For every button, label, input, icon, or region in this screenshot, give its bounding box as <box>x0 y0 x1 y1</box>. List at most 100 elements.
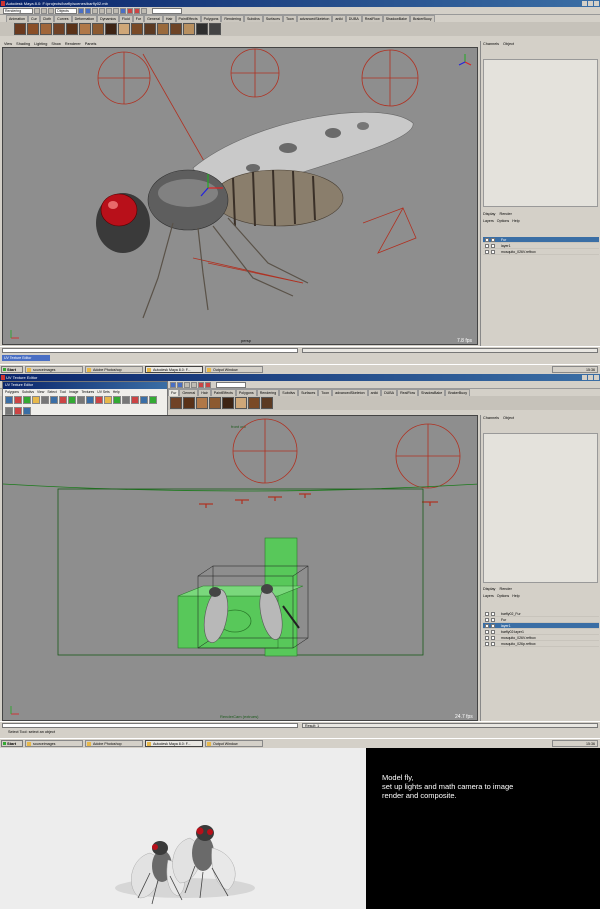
shelf-tab-toon[interactable]: Toon <box>283 15 297 22</box>
shelf-tab-polygons[interactable]: Polygons <box>200 15 222 22</box>
layer-visibility-toggle[interactable] <box>485 642 489 646</box>
layer-visibility-toggle[interactable] <box>485 636 489 640</box>
fur-preset-swatch[interactable] <box>248 397 260 409</box>
shelf-tab-cloth[interactable]: Cloth <box>39 15 55 22</box>
layer-visibility-toggle[interactable] <box>485 618 489 622</box>
layer-menu-help[interactable]: Help <box>512 594 519 598</box>
uv-tool-icon[interactable] <box>122 396 130 404</box>
fur-preset-swatch[interactable] <box>105 23 117 35</box>
uv-tool-icon[interactable] <box>95 396 103 404</box>
layer-menu-options[interactable]: Options <box>497 594 509 598</box>
layer-menu-options[interactable]: Options <box>497 219 509 223</box>
history-icon[interactable] <box>120 7 126 14</box>
select-hierarchy-icon-2[interactable] <box>170 381 176 388</box>
ipr-render-icon-2[interactable] <box>205 381 211 388</box>
layer-visibility-toggle[interactable] <box>485 624 489 628</box>
uv-tool-icon[interactable] <box>41 396 49 404</box>
ipr-render-icon[interactable] <box>134 7 140 14</box>
uv-tool-icon[interactable] <box>50 396 58 404</box>
snap-grid-icon-2[interactable] <box>184 381 190 388</box>
uv-menu-select[interactable]: Select <box>47 389 56 395</box>
shelf-tab-duba[interactable]: DUBA <box>381 389 398 396</box>
uv-menu-help[interactable]: Help <box>113 389 120 395</box>
layer-visibility-toggle[interactable] <box>485 244 489 248</box>
shelf-tab-animation[interactable]: Animation <box>6 15 28 22</box>
minimize-button-2[interactable] <box>582 375 587 380</box>
fur-preset-swatch[interactable] <box>183 397 195 409</box>
select-hierarchy-icon[interactable] <box>78 7 84 14</box>
snap-curve-icon-2[interactable] <box>191 381 197 388</box>
shelf-tab-subdivs[interactable]: Subdivs <box>244 15 263 22</box>
channels-menu-2[interactable]: Channels <box>483 416 499 420</box>
fur-preset-swatch[interactable] <box>118 23 130 35</box>
shelf-tab-curves[interactable]: Curves <box>54 15 72 22</box>
rendercam-viewport[interactable]: front orb RenderCam (extrues) 24.7 fps <box>2 415 478 721</box>
maximize-button-2[interactable] <box>588 375 593 380</box>
perspective-viewport[interactable]: persp 7.8 fps <box>2 47 478 345</box>
uv-tool-icon[interactable] <box>32 396 40 404</box>
uv-menu-textures[interactable]: Textures <box>81 389 94 395</box>
shelf-tab-painteffects[interactable]: PaintEffects <box>210 389 236 396</box>
fur-preset-swatch[interactable] <box>131 23 143 35</box>
shelf-tab-aniki[interactable]: aniki <box>332 15 346 22</box>
snap-curve-icon[interactable] <box>106 7 112 14</box>
shelf-tab-advancedskeleton[interactable]: advancedSkeleton <box>332 389 368 396</box>
display-layer-radio-2[interactable]: Display <box>483 587 495 591</box>
layer-menu-layers[interactable]: Layers <box>483 219 494 223</box>
close-button-2[interactable] <box>594 375 599 380</box>
shelf-tab-general[interactable]: General <box>144 15 163 22</box>
start-button-2[interactable]: Start <box>1 739 23 747</box>
uv-tool-icon[interactable] <box>140 396 148 404</box>
layer-visibility-toggle[interactable] <box>485 238 489 242</box>
object-menu-2[interactable]: Object <box>503 416 514 420</box>
uv-tool-icon[interactable] <box>23 396 31 404</box>
shelf-tab-toon[interactable]: Toon <box>318 389 333 396</box>
shelf-tab-hair[interactable]: Hair <box>162 15 176 22</box>
layer-menu-layers[interactable]: Layers <box>483 594 494 598</box>
new-scene-icon[interactable] <box>34 7 40 14</box>
shelf-tab-brakerbuoy[interactable]: BrakerBuoy <box>445 389 471 396</box>
uv-tool-icon[interactable] <box>68 396 76 404</box>
select-object-icon[interactable] <box>85 7 91 14</box>
uv-tool-icon[interactable] <box>113 396 121 404</box>
fur-preset-swatch[interactable] <box>144 23 156 35</box>
shelf-tab-advancedskeleton[interactable]: advancedSkeleton <box>296 15 333 22</box>
display-layer-radio[interactable]: Display <box>483 212 495 216</box>
task-sourceimages[interactable]: sourceimages <box>25 365 83 373</box>
snap-grid-icon[interactable] <box>99 7 105 14</box>
layer-menu-help[interactable]: Help <box>512 219 519 223</box>
object-menu[interactable]: Object <box>503 42 514 46</box>
select-component-icon[interactable] <box>92 7 98 14</box>
fur-preset-swatch[interactable] <box>196 397 208 409</box>
layer-template-toggle[interactable] <box>491 250 495 254</box>
layer-template-toggle[interactable] <box>491 238 495 242</box>
layer-template-toggle[interactable] <box>491 636 495 640</box>
shelf-tab-rendering[interactable]: Rendering <box>221 15 245 22</box>
uv-tool-icon[interactable] <box>149 396 157 404</box>
fur-preset-swatch[interactable] <box>66 23 78 35</box>
shelf-tab-fur[interactable]: Fur <box>168 389 180 396</box>
quick-select-input-2[interactable] <box>216 381 246 388</box>
snap-point-icon[interactable] <box>113 7 119 14</box>
shelf-tab-rendering[interactable]: Rendering <box>256 389 280 396</box>
task-output-window[interactable]: Output Window <box>205 365 263 373</box>
channels-menu[interactable]: Channels <box>483 42 499 46</box>
shelf-tab-duba[interactable]: DUBA <box>345 15 362 22</box>
render-icon[interactable] <box>127 7 133 14</box>
layer-template-toggle[interactable] <box>491 630 495 634</box>
start-button[interactable]: Start <box>1 365 23 373</box>
fur-preset-swatch[interactable] <box>170 397 182 409</box>
layer-template-toggle[interactable] <box>491 612 495 616</box>
shelf-tab-fur[interactable]: Fur <box>132 15 145 22</box>
uv-tool-icon[interactable] <box>59 396 67 404</box>
shelf-tab-cur[interactable]: Cur <box>27 15 40 22</box>
shelf-tab-fluid[interactable]: Fluid <box>118 15 133 22</box>
open-scene-icon[interactable] <box>41 7 47 14</box>
shelf-tab-polygons[interactable]: Polygons <box>235 389 257 396</box>
minimize-button[interactable] <box>582 1 587 6</box>
render-layer-radio[interactable]: Render <box>499 212 511 216</box>
fur-preset-swatch[interactable] <box>92 23 104 35</box>
shelf-tab-surfaces[interactable]: Surfaces <box>262 15 283 22</box>
fur-preset-swatch[interactable] <box>235 397 247 409</box>
shelf-tab-deformation[interactable]: Deformation <box>71 15 98 22</box>
